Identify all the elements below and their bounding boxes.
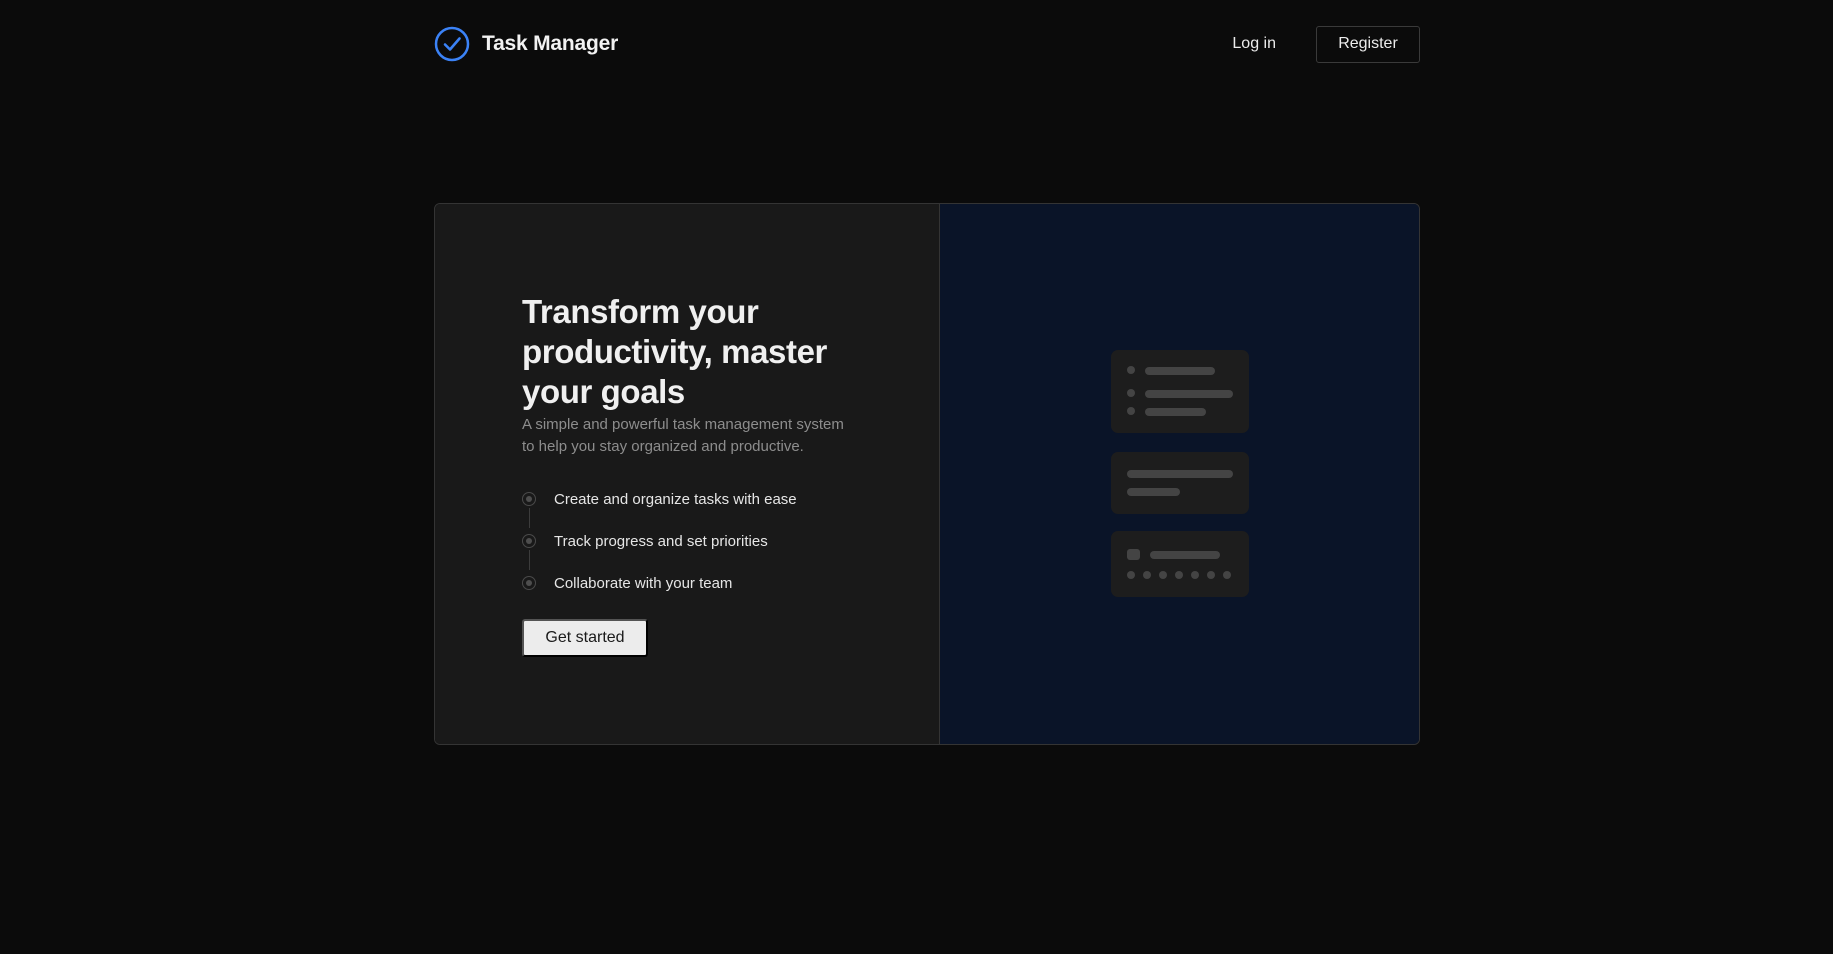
placeholder-line [1145,408,1206,416]
feature-item: Collaborate with your team [522,562,797,604]
feature-label: Track progress and set priorities [554,532,768,550]
placeholder-line [1145,390,1233,398]
login-link[interactable]: Log in [1232,35,1276,53]
placeholder-square [1127,549,1140,560]
app-name: Task Manager [482,32,619,55]
placeholder-dot [1127,366,1135,374]
hero-content-panel: Transform your productivity, master your… [435,204,940,744]
placeholder-dot [1191,571,1199,579]
top-header: Task Manager Log in Register [434,24,1420,64]
illustration-task-list-card [1111,350,1249,433]
feature-list: Create and organize tasks with ease Trac… [522,478,797,604]
feature-item: Create and organize tasks with ease [522,478,797,528]
get-started-button[interactable]: Get started [522,619,648,657]
feature-label: Create and organize tasks with ease [554,490,797,508]
hero-title: Transform your productivity, master your… [522,293,827,410]
placeholder-dot [1159,571,1167,579]
hero-subtitle: A simple and powerful task management sy… [522,416,844,455]
feature-bullet-icon [522,534,536,548]
placeholder-dot [1223,571,1231,579]
illustration-note-card [1111,452,1249,514]
illustration-progress-card [1111,531,1249,597]
placeholder-line [1127,488,1180,496]
hero-illustration-panel [940,204,1419,744]
placeholder-line [1145,367,1215,375]
placeholder-dot [1127,407,1135,415]
placeholder-line [1150,551,1220,559]
placeholder-dot [1143,571,1151,579]
placeholder-dot [1127,389,1135,397]
feature-label: Collaborate with your team [554,574,733,592]
hero-card: Transform your productivity, master your… [434,203,1420,745]
placeholder-dot [1207,571,1215,579]
feature-bullet-icon [522,492,536,506]
register-button[interactable]: Register [1316,25,1420,63]
feature-bullet-icon [522,576,536,590]
check-circle-icon [434,26,470,62]
header-nav: Log in Register [1232,25,1420,63]
landing-page: Task Manager Log in Register Transform y… [0,0,1833,954]
feature-item: Track progress and set priorities [522,520,797,570]
placeholder-line [1127,470,1233,478]
placeholder-dot [1127,571,1135,579]
placeholder-dot [1175,571,1183,579]
brand-link[interactable]: Task Manager [434,26,618,62]
